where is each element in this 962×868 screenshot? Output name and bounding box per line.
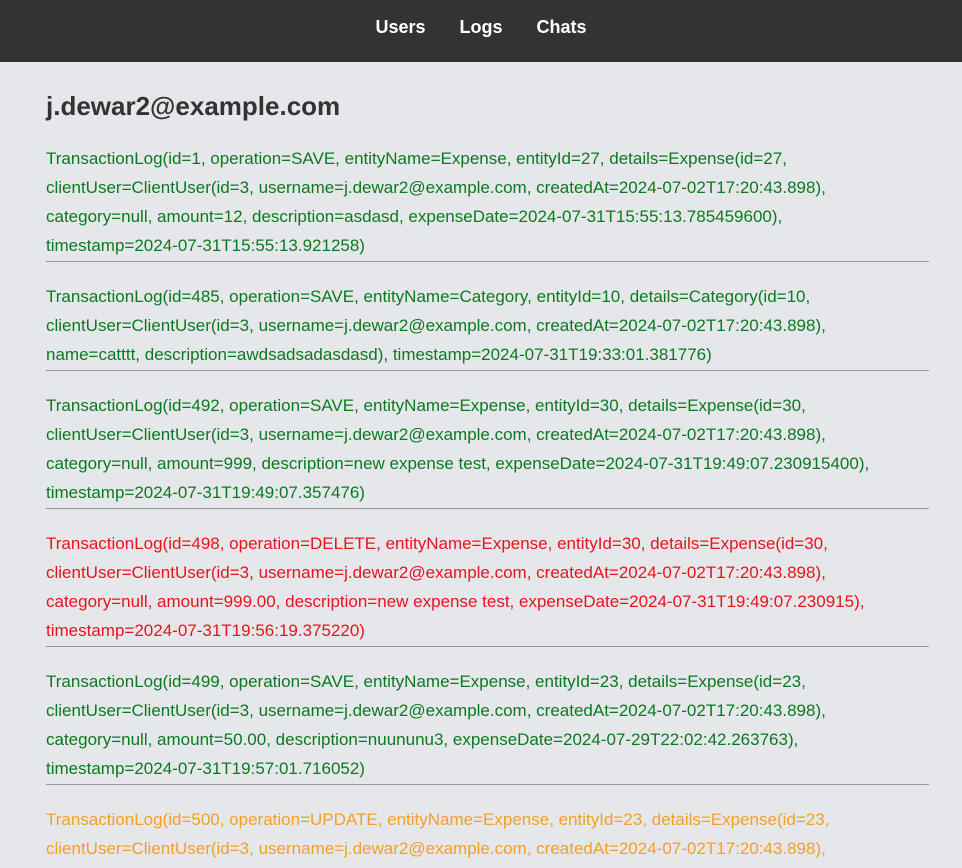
top-navbar: Users Logs Chats: [0, 0, 962, 62]
log-list: TransactionLog(id=1, operation=SAVE, ent…: [46, 144, 929, 868]
nav-link-users[interactable]: Users: [375, 17, 425, 38]
nav-link-chats[interactable]: Chats: [537, 17, 587, 38]
log-entry: TransactionLog(id=500, operation=UPDATE,…: [46, 805, 929, 868]
log-entry: TransactionLog(id=1, operation=SAVE, ent…: [46, 144, 929, 262]
log-entry: TransactionLog(id=485, operation=SAVE, e…: [46, 282, 929, 371]
nav-link-logs[interactable]: Logs: [460, 17, 503, 38]
main-content: j.dewar2@example.com TransactionLog(id=1…: [0, 90, 962, 868]
log-entry: TransactionLog(id=492, operation=SAVE, e…: [46, 391, 929, 509]
log-entry: TransactionLog(id=498, operation=DELETE,…: [46, 529, 929, 647]
page-title: j.dewar2@example.com: [46, 91, 341, 121]
log-entry: TransactionLog(id=499, operation=SAVE, e…: [46, 667, 929, 785]
